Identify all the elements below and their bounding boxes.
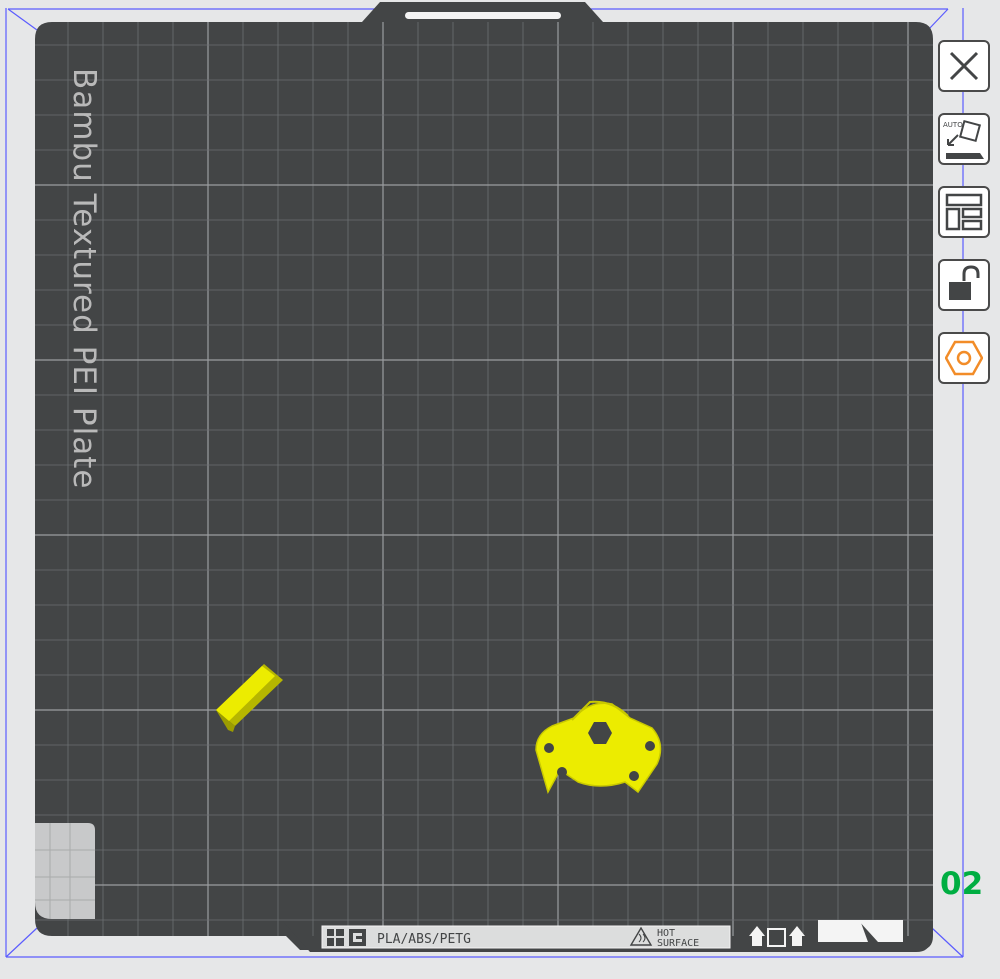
3d-viewport[interactable]: PLA/ABS/PETG HOT SURFACE Bambu Textured …	[0, 0, 1000, 979]
plate-type-label: Bambu Textured PEI Plate	[66, 68, 102, 490]
screw-hole-right	[645, 741, 655, 751]
screw-hole-bottom-right	[629, 771, 639, 781]
close-icon	[949, 51, 979, 81]
plate-number: 02	[940, 866, 984, 902]
scene-svg: PLA/ABS/PETG HOT SURFACE	[5, 2, 964, 958]
lock-button[interactable]	[938, 259, 990, 311]
close-button[interactable]	[938, 40, 990, 92]
unlock-icon	[949, 265, 980, 300]
auto-badge: AUTO	[943, 121, 963, 129]
auto-orient-button[interactable]: AUTO	[938, 113, 990, 165]
screw-hole-left	[544, 743, 554, 753]
origin-corner-marker	[35, 823, 95, 919]
material-label: PLA/ABS/PETG	[377, 932, 471, 947]
arrange-button[interactable]	[938, 186, 990, 238]
hot-surface-line2: SURFACE	[657, 938, 699, 949]
plate-clip-marks	[818, 920, 903, 942]
plate-settings-button[interactable]	[938, 332, 990, 384]
auto-orient-icon: AUTO	[943, 119, 984, 159]
screw-hole-bottom-left	[557, 767, 567, 777]
arrange-layout-icon	[945, 193, 983, 231]
hexagon-settings-icon	[945, 340, 983, 376]
plate-top-tab-slot	[405, 12, 561, 19]
build-plate[interactable]	[35, 22, 933, 950]
